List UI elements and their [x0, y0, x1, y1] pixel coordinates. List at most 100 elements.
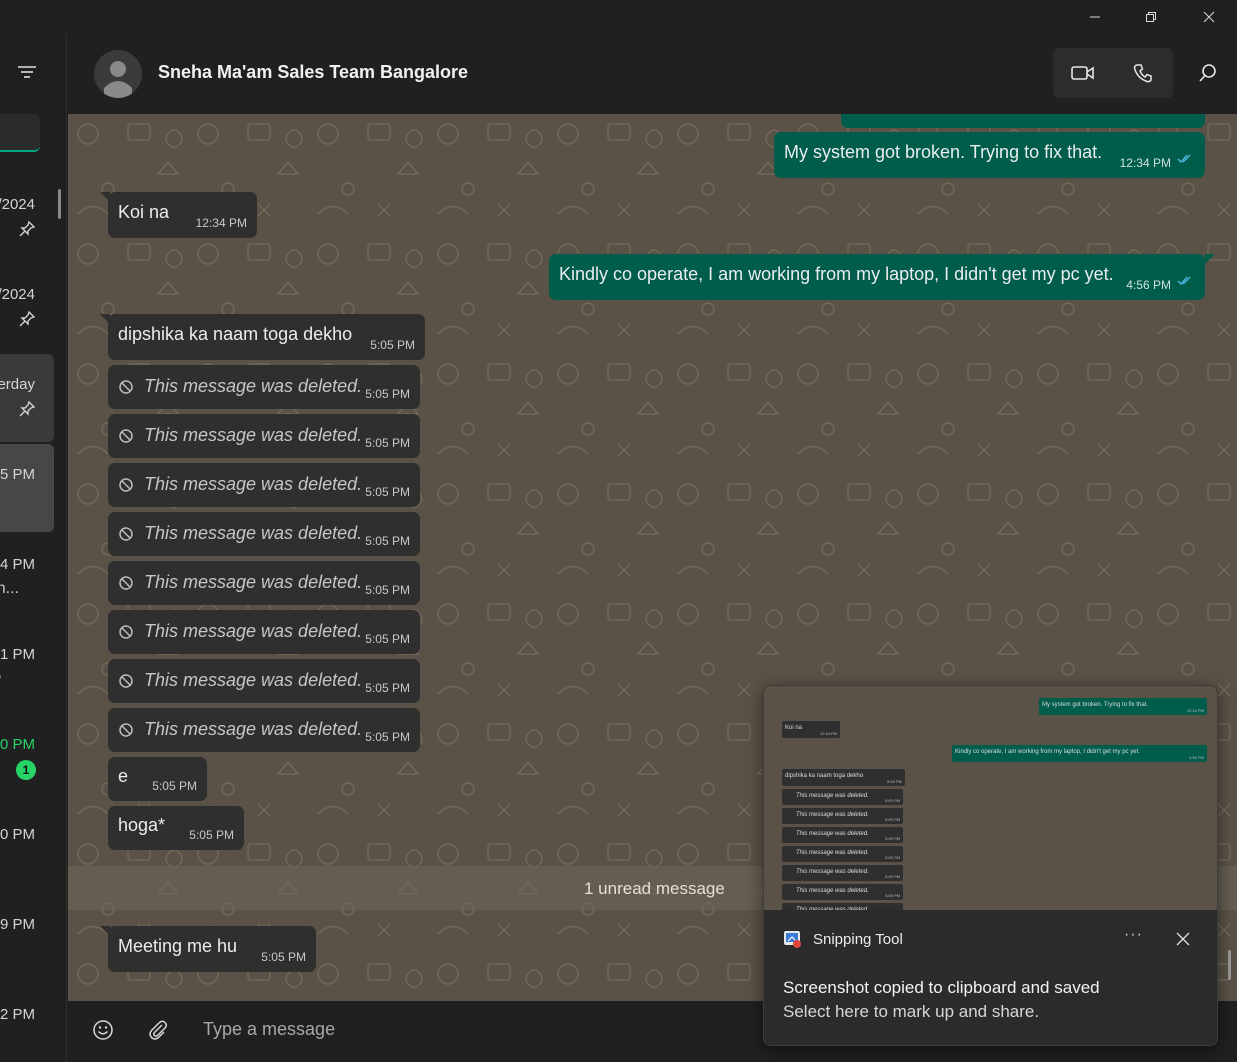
chat-list-item[interactable]: erday	[0, 354, 54, 442]
deleted-message[interactable]: This message was deleted. 5:05 PM	[108, 365, 420, 409]
incoming-message[interactable]: e 5:05 PM	[108, 757, 207, 801]
thumbnail-text: This message was deleted.	[796, 869, 869, 875]
message-input[interactable]: Type a message	[203, 1019, 335, 1040]
chat-time: 0 PM	[0, 736, 35, 753]
chat-list-item[interactable]: 4 PM n...	[0, 544, 54, 632]
attach-button[interactable]	[147, 1019, 169, 1046]
deleted-message[interactable]: This message was deleted. 5:05 PM	[108, 414, 420, 458]
outgoing-message[interactable]	[841, 114, 1205, 128]
chat-list-item[interactable]: 0 PM 1	[0, 724, 54, 812]
message-time: 12:34 PM	[1119, 156, 1171, 170]
search-chats-box[interactable]	[0, 114, 40, 152]
message-text: This message was deleted.	[144, 425, 363, 445]
filter-icon[interactable]	[17, 64, 37, 85]
message-text: hoga*	[118, 815, 166, 835]
chat-time: 0 PM	[0, 826, 35, 843]
pin-icon	[18, 220, 36, 243]
incoming-message[interactable]: dipshika ka naam toga dekho 5:05 PM	[108, 314, 425, 360]
chat-time: 9 PM	[0, 916, 35, 933]
message-time: 5:05 PM	[365, 387, 410, 401]
ban-icon	[118, 526, 134, 547]
restore-button[interactable]	[1128, 0, 1174, 34]
message-time: 5:05 PM	[365, 534, 410, 548]
thumbnail-time: 5:05 PM	[885, 817, 900, 822]
deleted-message[interactable]: This message was deleted. 5:05 PM	[108, 610, 420, 654]
message-text: This message was deleted.	[144, 719, 363, 739]
thumbnail-text: This message was deleted.	[796, 793, 869, 799]
chat-list-item[interactable]: 1 PM ,	[0, 634, 54, 722]
thumbnail-bubble: This message was deleted.	[782, 903, 903, 910]
message-text: Koi na	[118, 202, 170, 222]
chat-list-item-selected[interactable]: 5 PM	[0, 444, 54, 532]
message-text: dipshika ka naam toga dekho	[118, 324, 353, 344]
minimize-button[interactable]	[1072, 0, 1118, 34]
chat-scrollbar[interactable]	[1228, 950, 1231, 980]
close-icon	[1203, 11, 1215, 23]
double-check-icon	[1177, 270, 1193, 291]
thumbnail-bubble: This message was deleted. 5:05 PM	[782, 865, 903, 881]
restore-icon	[1146, 12, 1156, 22]
screenshot-thumbnail[interactable]: My system got broken. Trying to fix that…	[764, 686, 1217, 910]
bubble-tail	[1205, 254, 1215, 264]
deleted-message[interactable]: This message was deleted. 5:05 PM	[108, 708, 420, 752]
message-text: This message was deleted.	[144, 572, 363, 592]
ban-icon	[118, 477, 134, 498]
thumbnail-bubble: dipshika ka naam toga dekho 5:05 PM	[782, 769, 905, 786]
chat-time: 1 PM	[0, 646, 35, 663]
search-icon	[1199, 64, 1216, 82]
thumbnail-text: This message was deleted.	[796, 888, 869, 894]
more-options-button[interactable]: ···	[1124, 926, 1143, 944]
thumbnail-text: My system got broken. Trying to fix that…	[1042, 702, 1149, 708]
chat-list-item[interactable]: /2024	[0, 274, 54, 362]
outgoing-message[interactable]: My system got broken. Trying to fix that…	[774, 132, 1205, 178]
thumbnail-bubble: This message was deleted. 5:05 PM	[782, 827, 903, 843]
video-call-button[interactable]	[1053, 48, 1113, 98]
incoming-message[interactable]: Meeting me hu 5:05 PM	[108, 926, 316, 972]
close-window-button[interactable]	[1186, 0, 1232, 34]
group-avatar[interactable]	[94, 50, 142, 98]
message-time: 5:05 PM	[365, 681, 410, 695]
chat-list-item[interactable]: 0 PM	[0, 814, 54, 902]
deleted-message[interactable]: This message was deleted. 5:05 PM	[108, 659, 420, 703]
outgoing-message[interactable]: Kindly co operate, I am working from my …	[549, 254, 1205, 300]
message-text: This message was deleted.	[144, 670, 363, 690]
deleted-message[interactable]: This message was deleted. 5:05 PM	[108, 512, 420, 556]
incoming-message[interactable]: hoga* 5:05 PM	[108, 806, 244, 850]
message-text: Meeting me hu	[118, 936, 238, 956]
minimize-icon	[1090, 16, 1100, 18]
incoming-message[interactable]: Koi na 12:34 PM	[108, 192, 257, 238]
chat-list-item[interactable]: /2024	[0, 184, 54, 272]
sidebar-scrollbar[interactable]	[58, 189, 61, 219]
close-notification-button[interactable]	[1176, 932, 1190, 951]
voice-call-button[interactable]	[1113, 48, 1173, 98]
snipping-tool-notification[interactable]: My system got broken. Trying to fix that…	[763, 685, 1218, 1046]
chat-time: /2024	[0, 196, 35, 213]
thumbnail-text: Kindly co operate, I am working from my …	[955, 749, 1140, 755]
pin-icon	[18, 310, 36, 333]
message-time: 5:05 PM	[370, 338, 415, 352]
deleted-message[interactable]: This message was deleted. 5:05 PM	[108, 561, 420, 605]
chat-list-sidebar: /2024 /2024 erday 5 PM 4 PM n... 1 PM , …	[0, 34, 67, 1062]
double-check-icon	[1177, 148, 1193, 169]
search-in-chat-button[interactable]	[1188, 48, 1228, 98]
thumbnail-bubble: This message was deleted. 5:05 PM	[782, 789, 903, 805]
chat-list-item[interactable]: 2 PM	[0, 994, 54, 1062]
notification-title: Screenshot copied to clipboard and saved	[783, 978, 1100, 997]
thumbnail-bubble: This message was deleted. 5:05 PM	[782, 808, 903, 824]
thumbnail-time: 5:05 PM	[885, 855, 900, 860]
thumbnail-text: This message was deleted.	[796, 812, 869, 818]
chat-time: 2 PM	[0, 1006, 35, 1023]
chat-title[interactable]: Sneha Ma'am Sales Team Bangalore	[158, 62, 468, 83]
message-time: 4:56 PM	[1126, 278, 1171, 292]
thumbnail-bubble: Koi na 12:34 PM	[782, 721, 840, 738]
emoji-button[interactable]	[92, 1019, 114, 1046]
thumbnail-time: 12:34 PM	[1186, 708, 1204, 713]
chat-list-item[interactable]: 9 PM	[0, 904, 54, 992]
message-text: This message was deleted.	[144, 376, 363, 396]
thumbnail-text: This message was deleted.	[796, 831, 869, 837]
deleted-message[interactable]: This message was deleted. 5:05 PM	[108, 463, 420, 507]
chat-time: 5 PM	[0, 466, 35, 483]
ban-icon	[118, 624, 134, 645]
thumbnail-time: 5:05 PM	[885, 798, 900, 803]
phone-icon	[1133, 64, 1152, 83]
